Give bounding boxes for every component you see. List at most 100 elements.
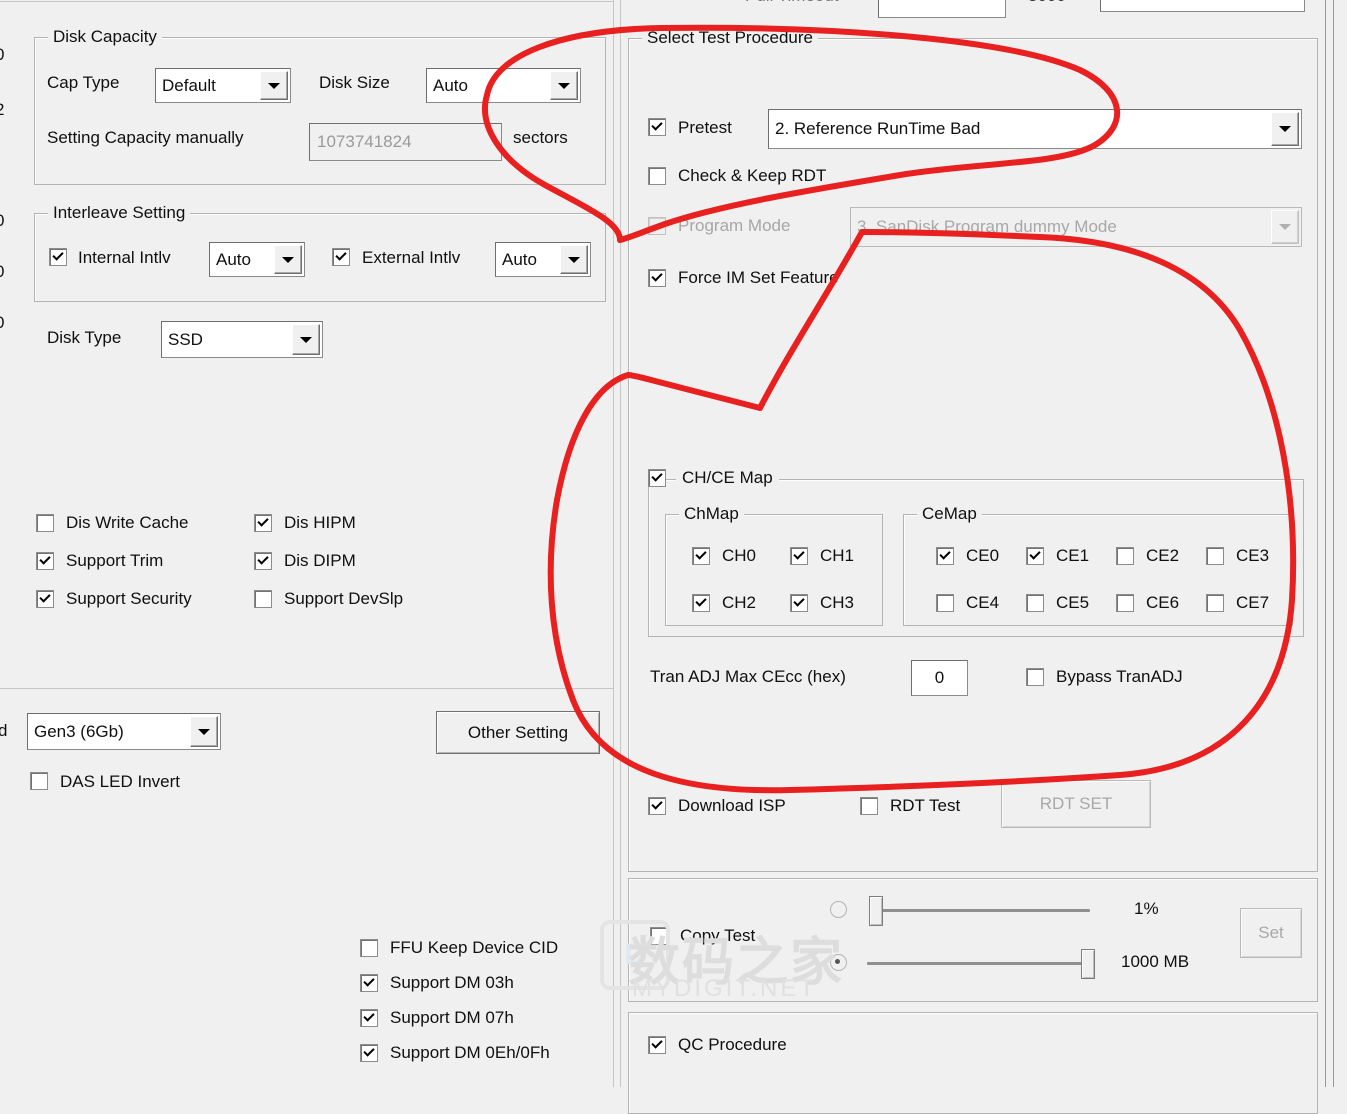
rdt-set-button[interactable]: RDT SET <box>1001 780 1151 828</box>
ce3-checkbox[interactable] <box>1206 547 1224 565</box>
chevron-down-icon[interactable] <box>260 71 288 100</box>
program-mode-value: 3. SanDisk Program dummy Mode <box>857 217 1117 236</box>
disk-type-label: Disk Type <box>47 328 122 347</box>
ce7-checkbox[interactable] <box>1206 594 1224 612</box>
pretest-checkbox[interactable] <box>648 118 666 136</box>
cap-type-label: Cap Type <box>47 73 120 92</box>
dis-dipm-checkbox[interactable] <box>254 552 272 570</box>
pretest-label: Pretest <box>678 118 732 137</box>
dis-hipm-label: Dis HIPM <box>284 513 356 532</box>
support-dm-0eh-0fh-checkbox[interactable] <box>360 1044 378 1062</box>
support-trim-checkbox[interactable] <box>36 552 54 570</box>
copy-test-label: Copy Test <box>680 926 756 945</box>
program-mode-checkbox[interactable] <box>648 217 666 235</box>
qc-procedure-checkbox[interactable] <box>648 1036 666 1054</box>
percent-slider-thumb[interactable] <box>869 896 883 926</box>
interleave-setting-title: Interleave Setting <box>48 203 191 223</box>
disk-size-combo[interactable]: Auto <box>426 68 581 103</box>
percent-slider-track[interactable] <box>872 909 1090 912</box>
external-intlv-label: External Intlv <box>362 248 461 267</box>
copy-test-checkbox[interactable] <box>650 927 668 945</box>
disk-type-combo[interactable]: SSD <box>161 321 323 358</box>
check-keep-rdt-checkbox[interactable] <box>648 167 666 185</box>
support-dm-0eh-0fh-label: Support DM 0Eh/0Fh <box>390 1043 550 1062</box>
ce2-checkbox[interactable] <box>1116 547 1134 565</box>
speed-combo[interactable]: Gen3 (6Gb) <box>27 713 221 750</box>
ce1-checkbox[interactable] <box>1026 547 1044 565</box>
ce0-label: CE0 <box>966 546 1000 565</box>
fw-version-input-cutoff[interactable] <box>878 0 1006 18</box>
program-mode-combo[interactable]: 3. SanDisk Program dummy Mode <box>850 207 1302 247</box>
ch2-label: CH2 <box>722 593 757 612</box>
download-isp-label: Download ISP <box>678 796 786 815</box>
dis-hipm-checkbox[interactable] <box>254 514 272 532</box>
percent-radio[interactable] <box>830 901 847 918</box>
select-test-procedure-title: Select Test Procedure <box>642 28 818 48</box>
size-slider-track[interactable] <box>867 962 1090 965</box>
edge-number-3: 0 <box>0 262 4 282</box>
cemap-title: CeMap <box>917 504 982 524</box>
ch2-checkbox[interactable] <box>692 594 710 612</box>
left-panel-divider-top <box>0 1 613 2</box>
ch0-label: CH0 <box>722 546 757 565</box>
ce0-checkbox[interactable] <box>936 547 954 565</box>
support-security-label: Support Security <box>66 589 192 608</box>
qc-procedure-label: QC Procedure <box>678 1035 787 1054</box>
disk-size-value: Auto <box>433 75 468 95</box>
ce4-checkbox[interactable] <box>936 594 954 612</box>
panel-divider-vertical <box>613 0 614 1087</box>
external-intlv-checkbox[interactable] <box>332 248 350 266</box>
ce6-checkbox[interactable] <box>1116 594 1134 612</box>
ce5-checkbox[interactable] <box>1026 594 1044 612</box>
support-devslp-checkbox[interactable] <box>254 590 272 608</box>
chevron-down-icon[interactable] <box>1271 112 1299 146</box>
ffu-keep-device-cid-checkbox[interactable] <box>360 939 378 957</box>
force-im-set-feature-checkbox[interactable] <box>648 269 666 287</box>
das-led-invert-checkbox[interactable] <box>30 772 48 790</box>
cap-type-combo[interactable]: Default <box>155 68 291 103</box>
chevron-down-icon[interactable] <box>1271 210 1299 244</box>
support-dm-07h-checkbox[interactable] <box>360 1009 378 1027</box>
ce7-label: CE7 <box>1236 593 1270 612</box>
internal-intlv-checkbox[interactable] <box>49 248 67 266</box>
size-radio[interactable] <box>830 954 847 971</box>
ce5-label: CE5 <box>1056 593 1090 612</box>
edge-number-4: 0 <box>0 313 4 333</box>
download-isp-checkbox[interactable] <box>648 797 666 815</box>
external-intlv-combo[interactable]: Auto <box>495 242 591 277</box>
dis-write-cache-label: Dis Write Cache <box>66 513 189 532</box>
ch3-checkbox[interactable] <box>790 594 808 612</box>
set-button[interactable]: Set <box>1240 908 1302 958</box>
dis-dipm-label: Dis DIPM <box>284 551 356 570</box>
tran-adj-input[interactable]: 0 <box>911 660 968 696</box>
bypass-tranadj-checkbox[interactable] <box>1026 668 1044 686</box>
size-slider-thumb[interactable] <box>1081 949 1095 979</box>
ffu-keep-device-cid-label: FFU Keep Device CID <box>390 938 559 957</box>
fw-path-input-cutoff[interactable] <box>1100 0 1305 12</box>
force-im-set-feature-label: Force IM Set Feature <box>678 268 839 287</box>
support-security-checkbox[interactable] <box>36 590 54 608</box>
chce-map-checkbox[interactable] <box>648 469 666 487</box>
other-setting-button[interactable]: Other Setting <box>436 711 600 754</box>
setting-capacity-input[interactable]: 1073741824 <box>309 123 502 161</box>
disk-capacity-group: Disk Capacity <box>34 27 606 185</box>
dis-write-cache-checkbox[interactable] <box>36 514 54 532</box>
ce1-label: CE1 <box>1056 546 1090 565</box>
ce2-label: CE2 <box>1146 546 1180 565</box>
ch0-checkbox[interactable] <box>692 547 710 565</box>
rdt-test-checkbox[interactable] <box>860 797 878 815</box>
left-panel-divider <box>0 688 613 689</box>
chevron-down-icon[interactable] <box>560 245 588 274</box>
chevron-down-icon[interactable] <box>274 245 302 274</box>
ce6-label: CE6 <box>1146 593 1180 612</box>
support-dm-03h-checkbox[interactable] <box>360 974 378 992</box>
chevron-down-icon[interactable] <box>550 71 578 100</box>
internal-intlv-value: Auto <box>216 249 251 269</box>
disk-capacity-title: Disk Capacity <box>48 27 162 47</box>
chevron-down-icon[interactable] <box>190 716 218 747</box>
chevron-down-icon[interactable] <box>292 324 320 355</box>
pretest-combo[interactable]: 2. Reference RunTime Bad <box>768 109 1302 149</box>
qc-procedure-group <box>628 1012 1318 1114</box>
internal-intlv-combo[interactable]: Auto <box>209 242 305 277</box>
ch1-checkbox[interactable] <box>790 547 808 565</box>
